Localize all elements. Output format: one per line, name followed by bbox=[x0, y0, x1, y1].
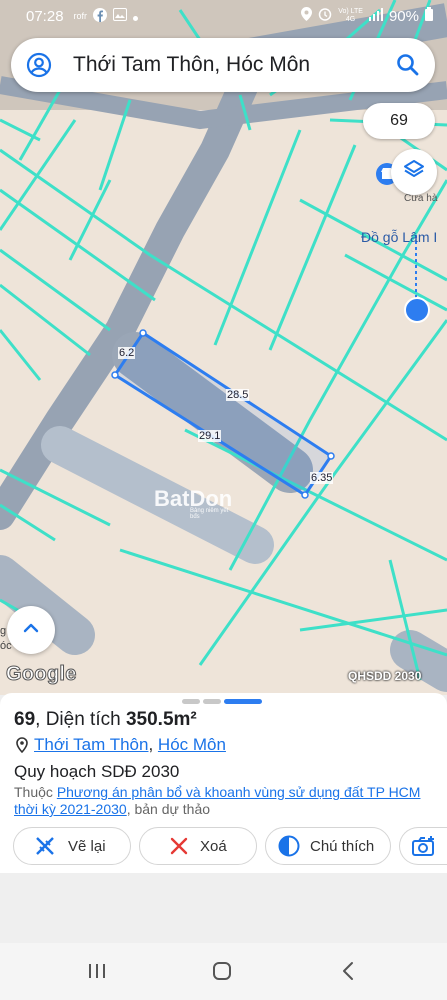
status-time: 07:28 bbox=[26, 7, 64, 25]
expand-button[interactable] bbox=[7, 606, 55, 654]
close-icon bbox=[170, 837, 188, 855]
delete-label: Xoá bbox=[200, 837, 227, 855]
redraw-button[interactable]: Vẽ lại bbox=[13, 827, 131, 865]
redraw-label: Vẽ lại bbox=[68, 837, 106, 855]
signal-icon bbox=[368, 7, 383, 25]
parcel-summary: 69, Diện tích 350.5m² bbox=[14, 709, 197, 731]
status-right: Vo) LTE 4G 90% bbox=[301, 7, 433, 25]
handle-dot-3 bbox=[224, 699, 262, 704]
parcel-location: Thới Tam Thôn, Hóc Môn bbox=[16, 735, 226, 755]
dot-icon bbox=[133, 9, 139, 24]
sheet-handle[interactable] bbox=[182, 699, 262, 704]
add-photo-button[interactable] bbox=[399, 827, 447, 865]
back-icon[interactable] bbox=[340, 961, 356, 986]
network-type: Vo) LTE 4G bbox=[338, 8, 363, 24]
chevron-up-icon bbox=[21, 618, 41, 643]
legend-button[interactable]: Chú thích bbox=[265, 827, 391, 865]
search-input[interactable]: Thới Tam Thôn, Hóc Môn bbox=[73, 53, 395, 77]
parcel-number-chip[interactable]: 69 bbox=[363, 103, 435, 139]
pencil-ruler-icon bbox=[34, 835, 56, 857]
belongs-prefix: Thuộc bbox=[14, 784, 57, 800]
poi-label-do-go[interactable]: Đồ gỗ Lâm I bbox=[361, 229, 437, 245]
left-small-1: g bbox=[0, 625, 7, 637]
empty-area bbox=[0, 873, 447, 943]
handle-dot-2 bbox=[203, 699, 221, 704]
contrast-icon bbox=[278, 835, 300, 857]
network-sub: Vo) LTE bbox=[338, 8, 363, 15]
delete-button[interactable]: Xoá bbox=[139, 827, 257, 865]
battery-icon bbox=[425, 7, 433, 25]
info-sheet[interactable]: 69, Diện tích 350.5m² Thới Tam Thôn, Hóc… bbox=[0, 693, 447, 873]
location-pin-icon bbox=[16, 737, 28, 753]
belongs-suffix: , bản dự thảo bbox=[126, 801, 211, 817]
system-nav-bar bbox=[0, 943, 447, 1000]
facebook-icon bbox=[93, 7, 108, 25]
recent-apps-icon[interactable] bbox=[87, 961, 107, 986]
layers-button[interactable] bbox=[391, 149, 437, 195]
handle-dot-1 bbox=[182, 699, 200, 704]
parcel-number: 69 bbox=[14, 709, 36, 730]
location-status-icon bbox=[301, 7, 313, 25]
edge-label-1: 6.2 bbox=[118, 347, 136, 359]
search-icon[interactable] bbox=[395, 52, 421, 78]
status-app-tag: rofr bbox=[73, 11, 88, 21]
area-value: 350.5m² bbox=[125, 709, 197, 730]
edge-label-2: 28.5 bbox=[226, 389, 250, 401]
location-separator: , bbox=[148, 735, 158, 754]
google-logo: Google bbox=[6, 663, 77, 686]
ward-link[interactable]: Thới Tam Thôn bbox=[34, 735, 148, 755]
district-link[interactable]: Hóc Môn bbox=[158, 735, 226, 755]
area-label: , Diện tích bbox=[35, 709, 126, 730]
photo-icon bbox=[113, 8, 128, 24]
search-bar[interactable]: Thới Tam Thôn, Hóc Môn bbox=[11, 38, 435, 92]
battery-percent: 90% bbox=[388, 7, 419, 25]
plan-source-link[interactable]: Phương án phân bổ và khoanh vùng sử dụng… bbox=[14, 784, 420, 817]
camera-add-icon bbox=[412, 835, 436, 857]
home-icon[interactable] bbox=[212, 961, 232, 986]
watermark: BatDon Bảng niêm yết bđs bbox=[154, 486, 232, 520]
layers-icon bbox=[402, 158, 426, 187]
watermark-sub: Bảng niêm yết bđs bbox=[190, 508, 229, 520]
plan-title: Quy hoạch SDĐ 2030 bbox=[14, 762, 180, 781]
status-bar: 07:28 rofr Vo) LTE 4G 90% bbox=[0, 0, 447, 32]
legend-label: Chú thích bbox=[310, 837, 375, 855]
edge-label-3: 29.1 bbox=[198, 430, 222, 442]
plan-source: Thuộc Phương án phân bổ và khoanh vùng s… bbox=[14, 784, 424, 818]
overlay-label: QHSDD 2030 bbox=[348, 669, 422, 683]
edge-label-4: 6.35 bbox=[310, 472, 334, 484]
account-icon[interactable] bbox=[25, 51, 53, 79]
network-gen: 4G bbox=[345, 16, 356, 23]
alarm-icon bbox=[318, 7, 332, 25]
